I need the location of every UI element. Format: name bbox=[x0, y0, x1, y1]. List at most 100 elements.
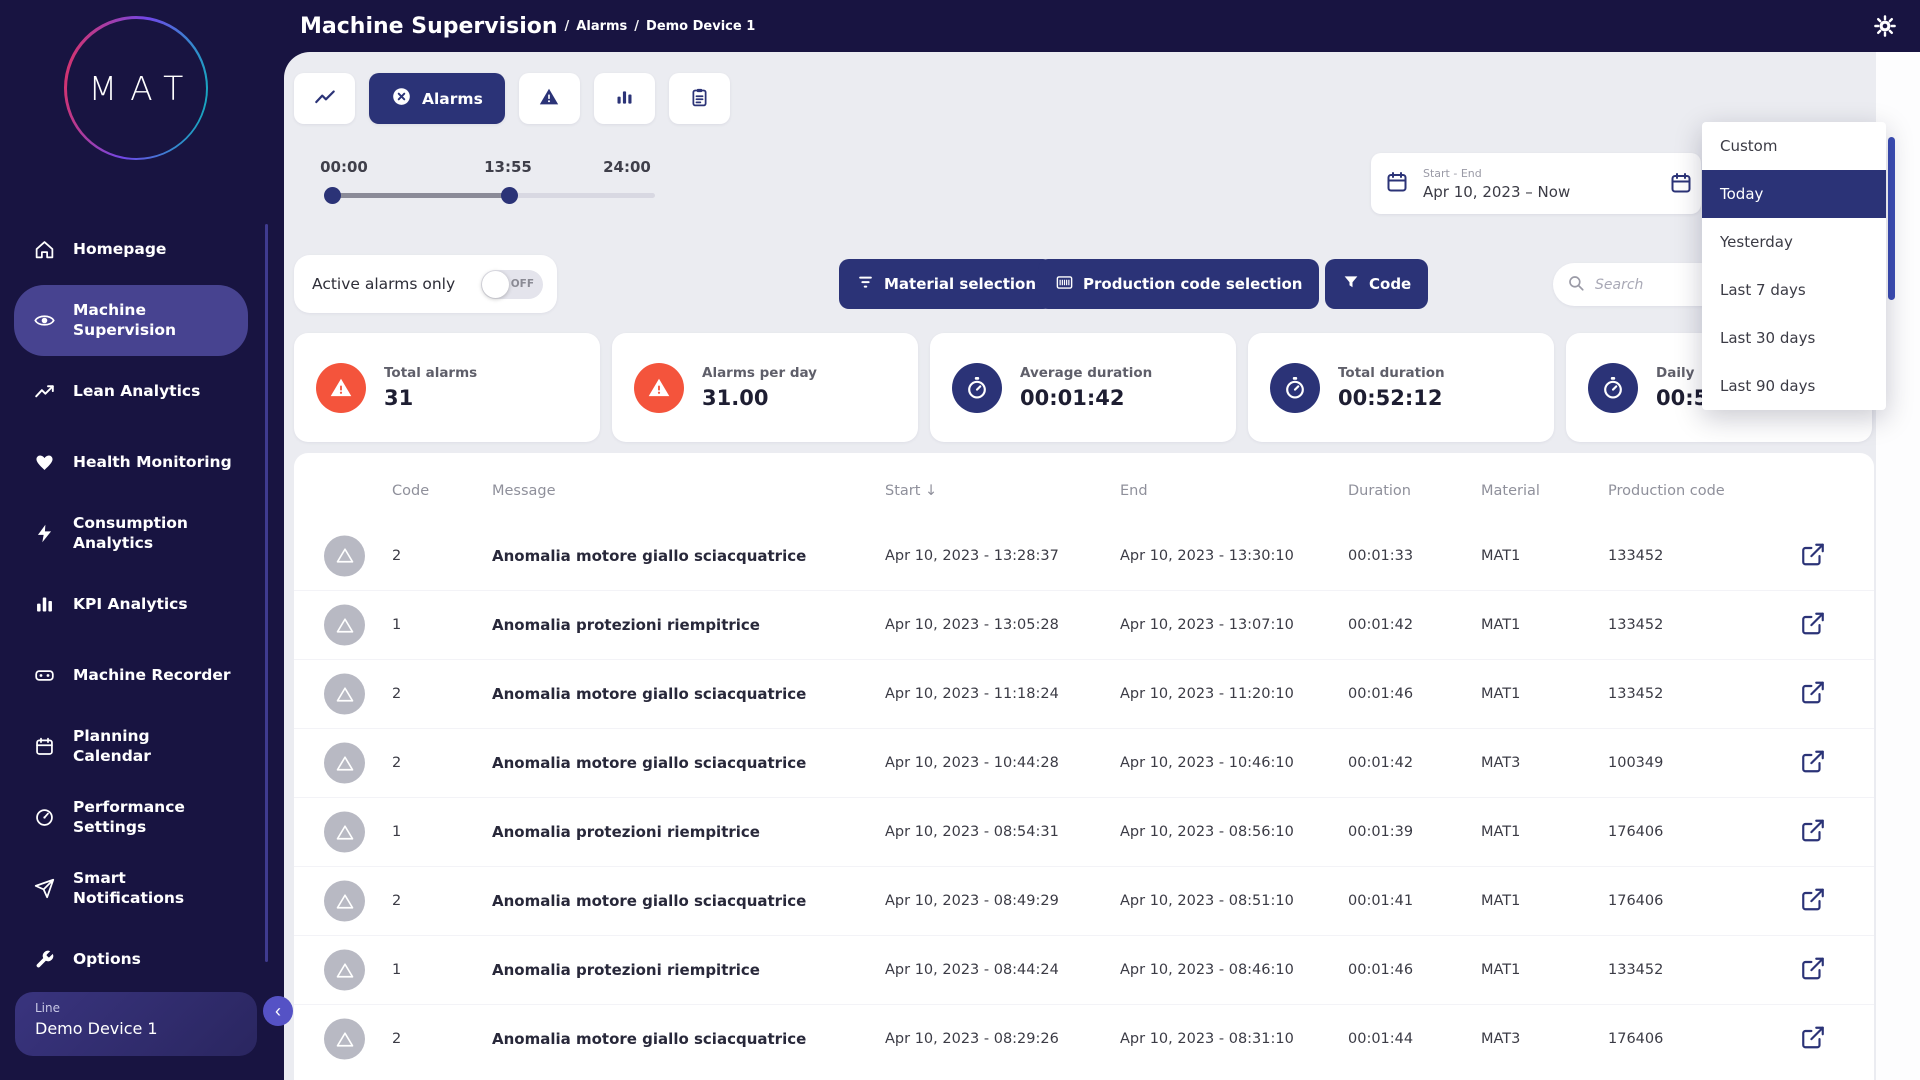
tab-alarms-label: Alarms bbox=[422, 90, 483, 108]
settings-gear-button[interactable] bbox=[1872, 14, 1898, 40]
tab-statistics[interactable] bbox=[594, 73, 655, 124]
sidebar-item-label: Smart Notifications bbox=[73, 869, 203, 908]
alarm-type-icon bbox=[324, 812, 365, 853]
column-header-material[interactable]: Material bbox=[1481, 483, 1540, 499]
column-header-duration[interactable]: Duration bbox=[1348, 483, 1411, 499]
cell-message: Anomalia protezioni riempitrice bbox=[492, 616, 760, 634]
cell-material: MAT1 bbox=[1481, 893, 1520, 909]
view-tabs: Alarms bbox=[294, 73, 730, 124]
slider-handle-end[interactable] bbox=[501, 187, 518, 204]
cell-material: MAT1 bbox=[1481, 617, 1520, 633]
stat-average-duration: Average duration 00:01:42 bbox=[930, 333, 1236, 442]
external-link-icon bbox=[1800, 1039, 1826, 1054]
breadcrumb-alarms[interactable]: Alarms bbox=[576, 19, 627, 34]
cell-material: MAT1 bbox=[1481, 962, 1520, 978]
sidebar-item-lean-analytics[interactable]: Lean Analytics bbox=[14, 356, 248, 427]
date-range-picker[interactable]: Start - End Apr 10, 2023 – Now bbox=[1371, 153, 1701, 214]
stat-value: 00:5 bbox=[1656, 386, 1708, 410]
send-icon bbox=[34, 878, 55, 899]
sidebar-item-kpi-analytics[interactable]: KPI Analytics bbox=[14, 569, 248, 640]
material-icon bbox=[856, 273, 875, 296]
column-header-message[interactable]: Message bbox=[492, 483, 556, 499]
column-header-code[interactable]: Code bbox=[392, 483, 429, 499]
sidebar-item-label: KPI Analytics bbox=[73, 595, 248, 614]
chevron-left-icon: ‹ bbox=[275, 1001, 281, 1021]
menu-item-yesterday[interactable]: Yesterday bbox=[1702, 218, 1886, 266]
stat-value: 31.00 bbox=[702, 386, 817, 410]
active-alarms-toggle[interactable]: OFF bbox=[481, 270, 543, 299]
menu-item-last-30-days[interactable]: Last 30 days bbox=[1702, 314, 1886, 362]
sidebar-item-homepage[interactable]: Homepage bbox=[14, 214, 248, 285]
gear-icon bbox=[1873, 26, 1897, 41]
app-logo: MAT bbox=[64, 16, 208, 160]
eye-icon bbox=[34, 310, 55, 331]
tab-alarms[interactable]: Alarms bbox=[369, 73, 505, 124]
main-content: Alarms 00:00 13:55 24:00 bbox=[284, 52, 1920, 1080]
bar-chart-icon bbox=[614, 87, 635, 111]
sidebar-item-machine-recorder[interactable]: Machine Recorder bbox=[14, 640, 248, 711]
cell-end: Apr 10, 2023 - 13:30:10 bbox=[1120, 548, 1294, 564]
column-header-end[interactable]: End bbox=[1120, 483, 1148, 499]
open-alarm-button[interactable] bbox=[1800, 1025, 1826, 1054]
column-header-start[interactable]: Start ↓ bbox=[885, 483, 937, 499]
slider-handle-start[interactable] bbox=[324, 187, 341, 204]
code-filter-button[interactable]: Code bbox=[1325, 259, 1428, 309]
open-alarm-button[interactable] bbox=[1800, 541, 1826, 570]
menu-item-custom[interactable]: Custom bbox=[1702, 122, 1886, 170]
time-slider[interactable] bbox=[328, 193, 655, 198]
production-code-selection-button[interactable]: Production code selection bbox=[1038, 259, 1319, 309]
alarm-type-icon bbox=[324, 674, 365, 715]
external-link-icon bbox=[1800, 901, 1826, 916]
menu-item-today[interactable]: Today bbox=[1702, 170, 1886, 218]
sidebar-item-planning-calendar[interactable]: Planning Calendar bbox=[14, 711, 248, 782]
breadcrumb-device[interactable]: Demo Device 1 bbox=[646, 19, 755, 34]
sidebar-item-consumption-analytics[interactable]: Consumption Analytics bbox=[14, 498, 248, 569]
stats-row: Total alarms 31 Alarms per day 31.00 A bbox=[294, 333, 1872, 442]
material-selection-button[interactable]: Material selection bbox=[839, 259, 1053, 309]
menu-item-last-90-days[interactable]: Last 90 days bbox=[1702, 362, 1886, 410]
sidebar-item-health-monitoring[interactable]: Health Monitoring bbox=[14, 427, 248, 498]
page-scrollbar[interactable] bbox=[1888, 137, 1895, 300]
alarm-type-icon bbox=[324, 881, 365, 922]
home-icon bbox=[34, 239, 55, 260]
open-alarm-button[interactable] bbox=[1800, 818, 1826, 847]
cell-end: Apr 10, 2023 - 08:56:10 bbox=[1120, 824, 1294, 840]
sidebar-nav: Homepage Machine Supervision Lean Analyt… bbox=[0, 214, 262, 995]
open-alarm-button[interactable] bbox=[1800, 680, 1826, 709]
column-header-production-code[interactable]: Production code bbox=[1608, 483, 1725, 499]
sidebar-item-smart-notifications[interactable]: Smart Notifications bbox=[14, 853, 248, 924]
gauge-icon bbox=[34, 807, 55, 828]
slider-current-label: 13:55 bbox=[484, 158, 532, 176]
cell-duration: 00:01:46 bbox=[1348, 686, 1413, 702]
cell-duration: 00:01:44 bbox=[1348, 1031, 1413, 1047]
sidebar-item-label: Health Monitoring bbox=[73, 453, 248, 472]
tab-warnings[interactable] bbox=[519, 73, 580, 124]
cell-start: Apr 10, 2023 - 10:44:28 bbox=[885, 755, 1059, 771]
stat-label: Total duration bbox=[1338, 365, 1445, 381]
open-alarm-button[interactable] bbox=[1800, 749, 1826, 778]
sidebar-item-performance-settings[interactable]: Performance Settings bbox=[14, 782, 248, 853]
table-row: 1 Anomalia protezioni riempitrice Apr 10… bbox=[294, 590, 1874, 659]
sidebar-scrollbar[interactable] bbox=[265, 224, 268, 962]
table-row: 2 Anomalia motore giallo sciacquatrice A… bbox=[294, 866, 1874, 935]
top-header: Machine Supervision / Alarms / Demo Devi… bbox=[284, 0, 1920, 52]
cell-code: 2 bbox=[392, 686, 401, 702]
tab-trend-chart[interactable] bbox=[294, 73, 355, 124]
table-row: 1 Anomalia protezioni riempitrice Apr 10… bbox=[294, 935, 1874, 1004]
sidebar-item-machine-supervision[interactable]: Machine Supervision bbox=[14, 285, 248, 356]
stat-value: 31 bbox=[384, 386, 477, 410]
device-selector[interactable]: Line Demo Device 1 bbox=[15, 992, 257, 1056]
sidebar-item-label: Consumption Analytics bbox=[73, 514, 203, 553]
menu-item-last-7-days[interactable]: Last 7 days bbox=[1702, 266, 1886, 314]
open-alarm-button[interactable] bbox=[1800, 887, 1826, 916]
open-alarm-button[interactable] bbox=[1800, 956, 1826, 985]
open-alarm-button[interactable] bbox=[1800, 611, 1826, 640]
sidebar-item-options[interactable]: Options bbox=[14, 924, 248, 995]
alarm-type-icon bbox=[324, 950, 365, 991]
slider-end-label: 24:00 bbox=[603, 158, 651, 176]
cell-duration: 00:01:33 bbox=[1348, 548, 1413, 564]
stat-alarms-per-day: Alarms per day 31.00 bbox=[612, 333, 918, 442]
tab-report[interactable] bbox=[669, 73, 730, 124]
sidebar-collapse-button[interactable]: ‹ bbox=[263, 996, 293, 1026]
sidebar-item-label: Options bbox=[73, 950, 248, 969]
